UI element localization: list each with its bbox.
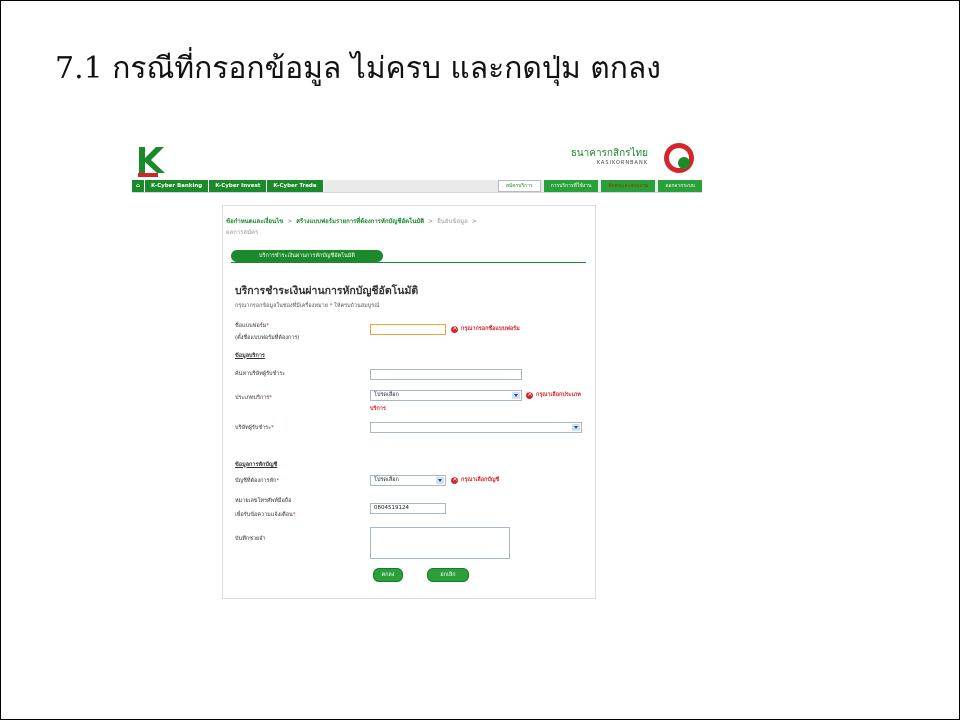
breadcrumb: ข้อกำหนดและเงื่อนไข > สร้างแบบฟอร์มรายการท… <box>226 218 477 236</box>
chevron-down-icon <box>572 424 580 431</box>
divider <box>231 262 586 263</box>
form-panel: ข้อกำหนดและเงื่อนไข > สร้างแบบฟอร์มรายการท… <box>222 205 596 599</box>
chevron-down-icon <box>512 392 520 399</box>
top-nav: ⌂ K-Cyber Banking K-Cyber Invest K-Cyber… <box>132 180 702 193</box>
breadcrumb-step-create-form: สร้างแบบฟอร์มรายการที่ต้องการหักบัญชีอัต… <box>296 218 425 225</box>
kbank-emblem-icon <box>664 143 694 173</box>
service-type-error: กรุณาเลือกประเภท <box>536 392 581 398</box>
search-company-input[interactable] <box>370 369 522 380</box>
k-excellence-logo-icon <box>138 147 165 177</box>
memo-textarea[interactable] <box>370 527 510 559</box>
slide: 7.1 กรณีที่กรอกข้อมูล ไม่ครบ และกดปุ่ม ต… <box>0 0 960 720</box>
nav-contact[interactable]: ติดต่อและสอบถาม <box>601 180 656 192</box>
account-section-heading: ข้อมูลการหักบัญชี <box>235 462 278 468</box>
memo-label: บันทึกช่วยจำ <box>235 536 266 542</box>
search-company-label: ค้นหาบริษัทผู้รับชำระ <box>235 371 286 377</box>
account-label: บัญชีที่ต้องการหัก* <box>235 478 280 484</box>
service-type-error-line2: บริการ <box>370 406 386 412</box>
mobile-input[interactable]: 0804519124 <box>370 503 446 514</box>
ok-button[interactable]: ตกลง <box>373 568 403 582</box>
form-name-label: ชื่อแบบฟอร์ม* <box>235 323 270 329</box>
cancel-button[interactable]: ยกเลิก <box>427 568 469 582</box>
kbank-screenshot: ธนาคารกสิกรไทย KASIKORNBANK ⌂ K-Cyber Ba… <box>126 141 706 599</box>
error-icon <box>451 475 458 484</box>
form-name-sublabel: (ตั้งชื่อแบบฟอร์มที่ต้องการ) <box>235 335 300 341</box>
nav-k-cyber-banking[interactable]: K-Cyber Banking <box>145 180 210 192</box>
breadcrumb-step-terms: ข้อกำหนดและเงื่อนไข <box>226 218 284 225</box>
nav-k-cyber-trade[interactable]: K-Cyber Trade <box>267 180 324 192</box>
chevron-down-icon <box>436 477 444 484</box>
nav-apply-service[interactable]: สมัครบริการ <box>497 180 541 192</box>
bank-subtitle: KASIKORNBANK <box>596 160 648 166</box>
account-select[interactable]: โปรดเลือก <box>370 475 446 486</box>
form-note: กรุณากรอกข้อมูลในช่องที่มีเครื่องหมาย * … <box>235 303 380 309</box>
service-type-select[interactable]: โปรดเลือก <box>370 390 522 401</box>
account-error: กรุณาเลือกบัญชี <box>461 477 500 483</box>
home-icon[interactable]: ⌂ <box>132 180 145 192</box>
form-name-input[interactable] <box>370 324 446 335</box>
bank-name: ธนาคารกสิกรไทย <box>570 148 648 159</box>
form-title: บริการชำระเงินผ่านการหักบัญชีอัตโนมัติ <box>235 285 419 297</box>
company-select[interactable] <box>370 422 582 433</box>
slide-title: 7.1 กรณีที่กรอกข้อมูล ไม่ครบ และกดปุ่ม ต… <box>55 51 661 86</box>
company-label: บริษัทผู้รับชำระ* <box>235 425 274 431</box>
form-name-error: กรุณากรอกชื่อแบบฟอร์ม <box>461 326 520 332</box>
nav-logout[interactable]: ออกจากระบบ <box>658 180 702 192</box>
service-section-heading: ข้อมูลบริการ <box>235 353 265 359</box>
service-type-label: ประเภทบริการ* <box>235 395 273 401</box>
nav-used-services[interactable]: การบริการที่ใช้งาน <box>543 180 599 192</box>
error-icon <box>451 324 458 333</box>
mobile-label: หมายเลขโทรศัพท์มือถือ <box>235 498 292 504</box>
error-icon <box>526 390 533 399</box>
nav-k-cyber-invest[interactable]: K-Cyber Invest <box>209 180 268 192</box>
mobile-label-line2: เพื่อรับข้อความแจ้งเตือน* <box>235 512 296 518</box>
service-tab[interactable]: บริการชำระเงินผ่านการหักบัญชีอัตโนมัติ <box>231 250 383 262</box>
breadcrumb-step-result: ผลการสมัคร <box>226 229 259 236</box>
breadcrumb-step-confirm: ยืนยันข้อมูล <box>437 218 468 225</box>
